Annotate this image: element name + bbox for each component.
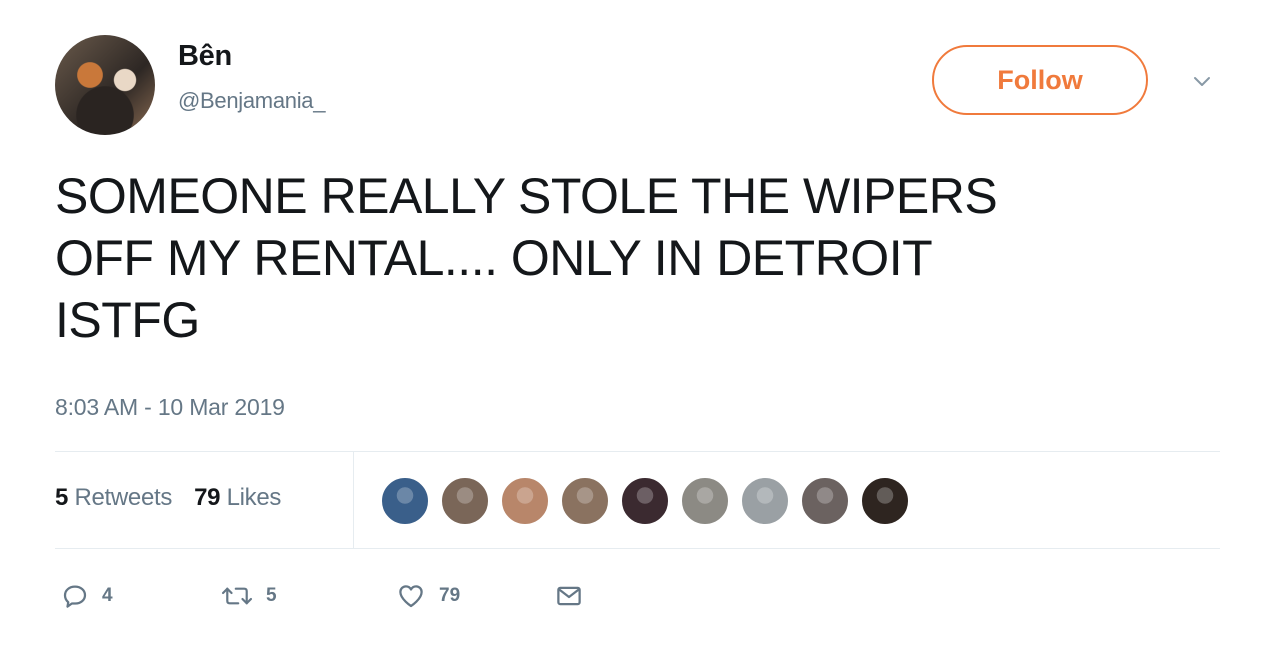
likes-label: Likes (226, 484, 282, 511)
liker-avatars (380, 476, 910, 526)
heart-icon (399, 585, 423, 608)
tweet-text-line: ISTFG (55, 292, 200, 348)
retweet-icon (221, 587, 253, 605)
likes-count: 79 (194, 484, 221, 511)
liker-avatar[interactable] (800, 476, 850, 526)
follow-button[interactable]: Follow (932, 45, 1148, 115)
liker-avatar[interactable] (500, 476, 550, 526)
like-button[interactable]: 79 (395, 581, 553, 611)
liker-avatar[interactable] (680, 476, 730, 526)
liker-avatar[interactable] (560, 476, 610, 526)
reply-icon (63, 585, 87, 608)
liker-avatar[interactable] (740, 476, 790, 526)
avatar[interactable] (55, 35, 155, 135)
tweet-text: SOMEONE REALLY STOLE THE WIPERS OFF MY R… (55, 165, 1175, 351)
retweets-label: Retweets (74, 484, 173, 511)
reply-count: 4 (102, 585, 113, 606)
tweet-text-line: SOMEONE REALLY STOLE THE WIPERS (55, 168, 998, 224)
retweet-button[interactable]: 5 (220, 581, 395, 611)
user-handle[interactable]: @Benjamania_ (178, 88, 325, 114)
tweet-stats: 5 Retweets 79 Likes (55, 484, 281, 512)
liker-avatar[interactable] (380, 476, 430, 526)
divider (55, 451, 1220, 452)
likes-stat[interactable]: 79 Likes (194, 484, 281, 512)
tweet-actions: 4 5 79 (60, 581, 585, 611)
retweets-count: 5 (55, 484, 69, 511)
stats-divider (353, 452, 354, 548)
chevron-down-icon[interactable] (1190, 70, 1214, 94)
liker-avatar[interactable] (440, 476, 490, 526)
tweet-text-line: OFF MY RENTAL.... ONLY IN DETROIT (55, 230, 933, 286)
tweet-timestamp[interactable]: 8:03 AM - 10 Mar 2019 (55, 394, 285, 421)
retweets-stat[interactable]: 5 Retweets (55, 484, 172, 512)
liker-avatar[interactable] (620, 476, 670, 526)
direct-message-button[interactable] (553, 581, 585, 611)
liker-avatar[interactable] (860, 476, 910, 526)
divider (55, 548, 1220, 549)
reply-button[interactable]: 4 (60, 581, 220, 611)
envelope-icon (557, 586, 581, 606)
like-count: 79 (439, 585, 461, 606)
retweet-count: 5 (266, 585, 277, 606)
display-name[interactable]: Bên (178, 40, 232, 73)
tweet-card: Bên @Benjamania_ Follow SOMEONE REALLY S… (0, 0, 1280, 652)
